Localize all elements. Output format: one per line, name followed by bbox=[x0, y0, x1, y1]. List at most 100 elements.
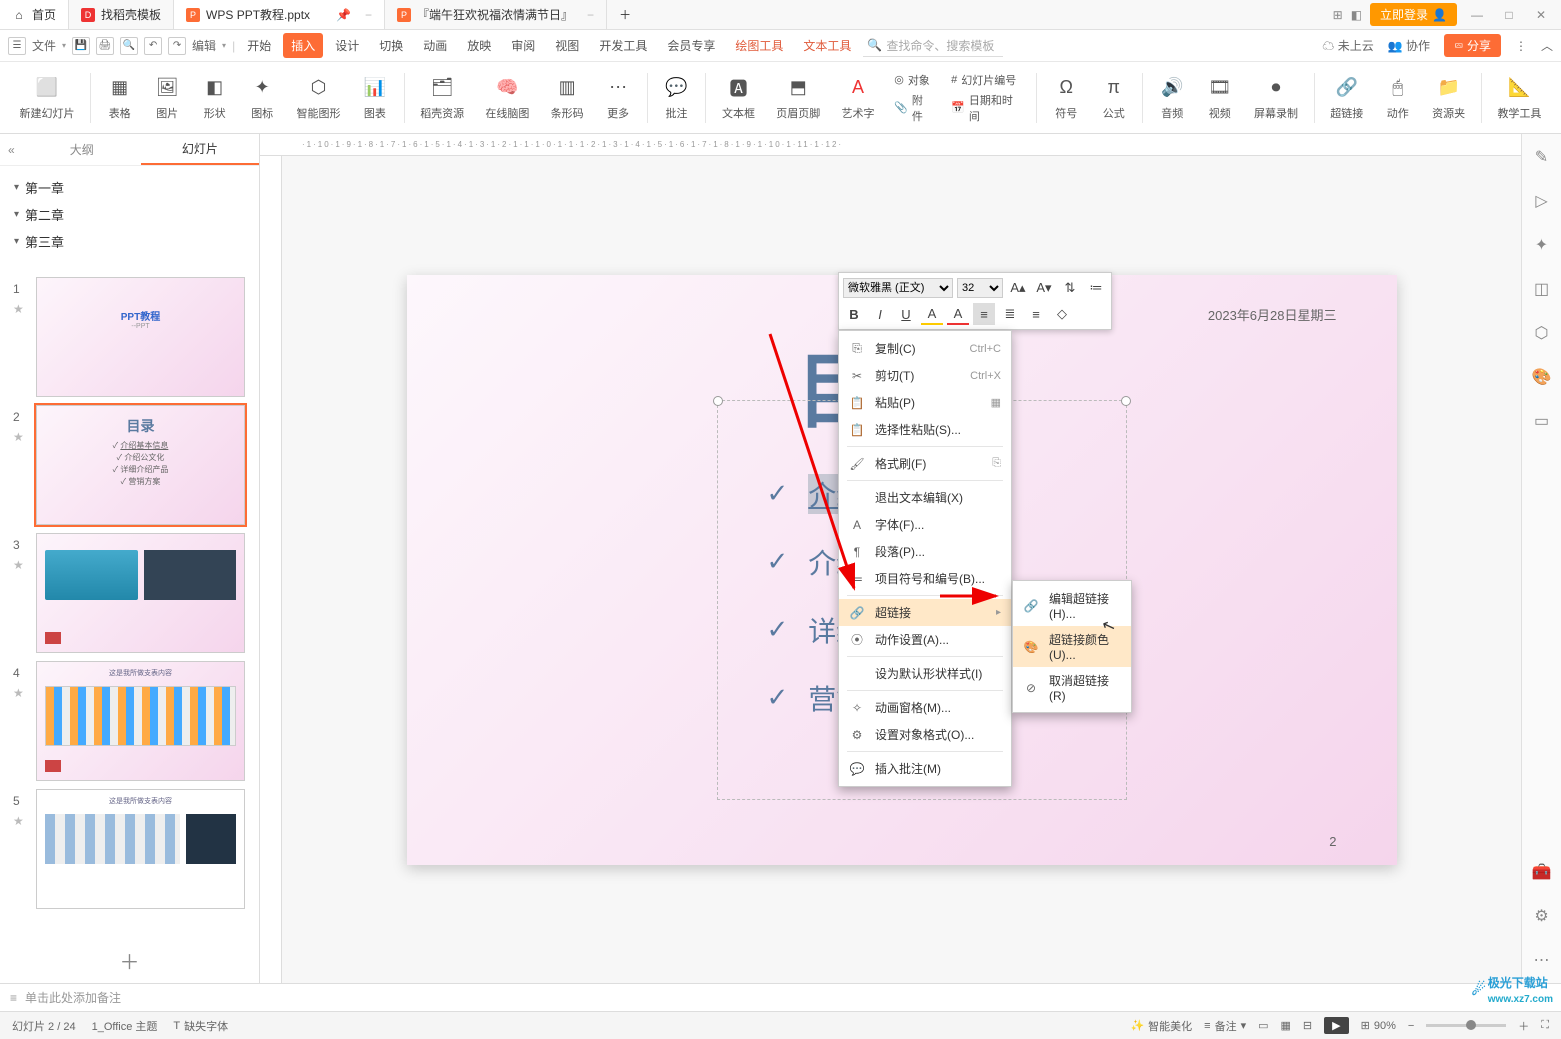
menu-review[interactable]: 审阅 bbox=[503, 33, 543, 58]
ribbon-action[interactable]: 🖱动作 bbox=[1375, 75, 1421, 121]
view-sorter-icon[interactable]: ▦ bbox=[1281, 1019, 1291, 1032]
menu-design[interactable]: 设计 bbox=[327, 33, 367, 58]
ctx-hyperlink[interactable]: 🔗超链接▸ bbox=[839, 599, 1011, 626]
thumbnail-5[interactable]: 5★ 这是我所做支表内容 bbox=[36, 789, 245, 909]
preview-icon[interactable]: 🔍 bbox=[120, 37, 138, 55]
grow-font-icon[interactable]: A▴ bbox=[1007, 277, 1029, 299]
chapter-3[interactable]: 第三章 bbox=[14, 228, 245, 255]
undo-icon[interactable]: ↶ bbox=[144, 37, 162, 55]
tab-current-doc[interactable]: PWPS PPT教程.pptx📌− bbox=[174, 0, 385, 29]
collapse-panel-icon[interactable]: « bbox=[0, 139, 23, 161]
font-select[interactable]: 微软雅黑 (正文) bbox=[843, 278, 953, 298]
shrink-font-icon[interactable]: A▾ bbox=[1033, 277, 1055, 299]
floating-text-toolbar[interactable]: 微软雅黑 (正文) 32 A▴ A▾ ⇅ ≔ B I U A A ≡ ≣ ≡ ◇ bbox=[838, 272, 1112, 330]
share-button[interactable]: ⮹ 分享 bbox=[1444, 34, 1501, 57]
ribbon-smartart[interactable]: ⬡智能图形 bbox=[287, 75, 350, 121]
sub-remove-hyperlink[interactable]: ⊘取消超链接(R) bbox=[1013, 667, 1131, 708]
vtb-design-icon[interactable]: ✎ bbox=[1531, 146, 1553, 168]
vtb-select-icon[interactable]: ◫ bbox=[1531, 278, 1553, 300]
underline-icon[interactable]: U bbox=[895, 303, 917, 325]
ctx-paste[interactable]: 📋粘贴(P)▦ bbox=[839, 389, 1011, 416]
align-right-icon[interactable]: ≡ bbox=[1025, 303, 1047, 325]
tab-other-doc[interactable]: P『端午狂欢祝福浓情满节日』− bbox=[385, 0, 607, 29]
ctx-paragraph[interactable]: ¶段落(P)... bbox=[839, 538, 1011, 565]
format-ext-icon[interactable]: ⎘ bbox=[992, 457, 1001, 470]
ctx-cut[interactable]: ✂剪切(T)Ctrl+X bbox=[839, 362, 1011, 389]
menu-vip[interactable]: 会员专享 bbox=[659, 33, 723, 58]
notes-placeholder[interactable]: 单击此处添加备注 bbox=[25, 989, 121, 1006]
ribbon-symbol[interactable]: Ω符号 bbox=[1043, 75, 1089, 121]
ribbon-textbox[interactable]: 🅰文本框 bbox=[712, 75, 764, 121]
view-reading-icon[interactable]: ⊟ bbox=[1303, 1019, 1312, 1032]
ribbon-shape[interactable]: ◧形状 bbox=[192, 75, 238, 121]
tab-home[interactable]: ⌂首页 bbox=[0, 0, 69, 29]
ribbon-record[interactable]: ⏺屏幕录制 bbox=[1244, 75, 1307, 121]
ctx-default-shape[interactable]: 设为默认形状样式(I) bbox=[839, 660, 1011, 687]
ribbon-object[interactable]: ◎对象 bbox=[894, 72, 933, 88]
app-icon[interactable]: ◧ bbox=[1351, 8, 1362, 22]
menu-slideshow[interactable]: 放映 bbox=[459, 33, 499, 58]
size-select[interactable]: 32 bbox=[957, 278, 1003, 298]
minimize-button[interactable]: — bbox=[1465, 8, 1489, 22]
menu-drawtools[interactable]: 绘图工具 bbox=[727, 33, 791, 58]
ctx-exit-text[interactable]: 退出文本编辑(X) bbox=[839, 484, 1011, 511]
tab-slides[interactable]: 幻灯片 bbox=[141, 134, 259, 165]
ctx-bullets[interactable]: ≔项目符号和编号(B)... bbox=[839, 565, 1011, 592]
align-left-icon[interactable]: ≡ bbox=[973, 303, 995, 325]
login-button[interactable]: 立即登录👤 bbox=[1370, 3, 1457, 26]
chapter-1[interactable]: 第一章 bbox=[14, 174, 245, 201]
ribbon-new-slide[interactable]: ⬜新建幻灯片 bbox=[10, 75, 84, 121]
edit-menu[interactable]: 编辑 bbox=[192, 37, 216, 54]
tab-templates[interactable]: D找稻壳模板 bbox=[69, 0, 174, 29]
ribbon-comment[interactable]: 💬批注 bbox=[654, 75, 700, 121]
ribbon-teach[interactable]: 📐教学工具 bbox=[1488, 75, 1551, 121]
menu-texttools[interactable]: 文本工具 bbox=[795, 33, 859, 58]
vtb-present-icon[interactable]: ▭ bbox=[1531, 410, 1553, 432]
fit-icon[interactable]: ⛶ bbox=[1541, 1019, 1549, 1032]
align-center-icon[interactable]: ≣ bbox=[999, 303, 1021, 325]
ribbon-header[interactable]: ⬒页眉页脚 bbox=[767, 75, 830, 121]
maximize-button[interactable]: □ bbox=[1497, 8, 1521, 22]
ribbon-equation[interactable]: π公式 bbox=[1091, 75, 1137, 121]
ribbon-more[interactable]: ⋯更多 bbox=[595, 75, 641, 121]
menu-transition[interactable]: 切换 bbox=[371, 33, 411, 58]
ctx-paste-special[interactable]: 📋选择性粘贴(S)... bbox=[839, 416, 1011, 443]
view-normal-icon[interactable]: ▭ bbox=[1258, 1019, 1268, 1032]
thumbnail-4[interactable]: 4★ 这是我所做支表内容 bbox=[36, 661, 245, 781]
settings-icon[interactable]: ⋮ bbox=[1515, 39, 1527, 53]
bullets-icon[interactable]: ≔ bbox=[1085, 277, 1107, 299]
ctx-object-format[interactable]: ⚙设置对象格式(O)... bbox=[839, 721, 1011, 748]
thumbnail-3[interactable]: 3★ bbox=[36, 533, 245, 653]
command-search[interactable]: 🔍查找命令、搜索模板 bbox=[863, 35, 1003, 57]
zoom-slider[interactable] bbox=[1426, 1024, 1506, 1027]
missing-font-button[interactable]: T缺失字体 bbox=[173, 1018, 228, 1034]
ribbon-attach[interactable]: 📎附件 bbox=[894, 92, 933, 124]
ribbon-resource[interactable]: 📁资源夹 bbox=[1422, 75, 1474, 121]
ribbon-wordart[interactable]: A艺术字 bbox=[832, 75, 884, 121]
thumbnail-1[interactable]: 1★ PPT教程--PPT bbox=[36, 277, 245, 397]
file-menu[interactable]: 文件 bbox=[32, 37, 56, 54]
collapse-ribbon-icon[interactable]: ︿ bbox=[1541, 37, 1553, 54]
ribbon-table[interactable]: ▦表格 bbox=[97, 75, 143, 121]
linespacing-icon[interactable]: ⇅ bbox=[1059, 277, 1081, 299]
vtb-more-icon[interactable]: ⋯ bbox=[1531, 949, 1553, 971]
new-tab-button[interactable]: ＋ bbox=[607, 0, 643, 29]
ctx-action[interactable]: ⦿动作设置(A)... bbox=[839, 626, 1011, 653]
close-button[interactable]: ✕ bbox=[1529, 8, 1553, 22]
save-icon[interactable]: 💾 bbox=[72, 37, 90, 55]
vtb-style-icon[interactable]: 🎨 bbox=[1531, 366, 1553, 388]
vtb-star-icon[interactable]: ✦ bbox=[1531, 234, 1553, 256]
clear-format-icon[interactable]: ◇ bbox=[1051, 303, 1073, 325]
zoom-in-icon[interactable]: ＋ bbox=[1518, 1018, 1529, 1034]
tab-outline[interactable]: 大纲 bbox=[23, 135, 141, 164]
chevron-down-icon[interactable]: ▾ bbox=[62, 41, 66, 50]
menu-animation[interactable]: 动画 bbox=[415, 33, 455, 58]
ctx-font[interactable]: A字体(F)... bbox=[839, 511, 1011, 538]
bold-icon[interactable]: B bbox=[843, 303, 865, 325]
ribbon-chart[interactable]: 📊图表 bbox=[352, 75, 398, 121]
close-tab-icon[interactable]: − bbox=[365, 8, 372, 22]
ribbon-image[interactable]: 🖼图片 bbox=[144, 75, 190, 121]
cloud-status[interactable]: ☁ 未上云 bbox=[1322, 37, 1373, 54]
ctx-insert-comment[interactable]: 💬插入批注(M) bbox=[839, 755, 1011, 782]
vtb-settings-icon[interactable]: ⚙ bbox=[1531, 905, 1553, 927]
